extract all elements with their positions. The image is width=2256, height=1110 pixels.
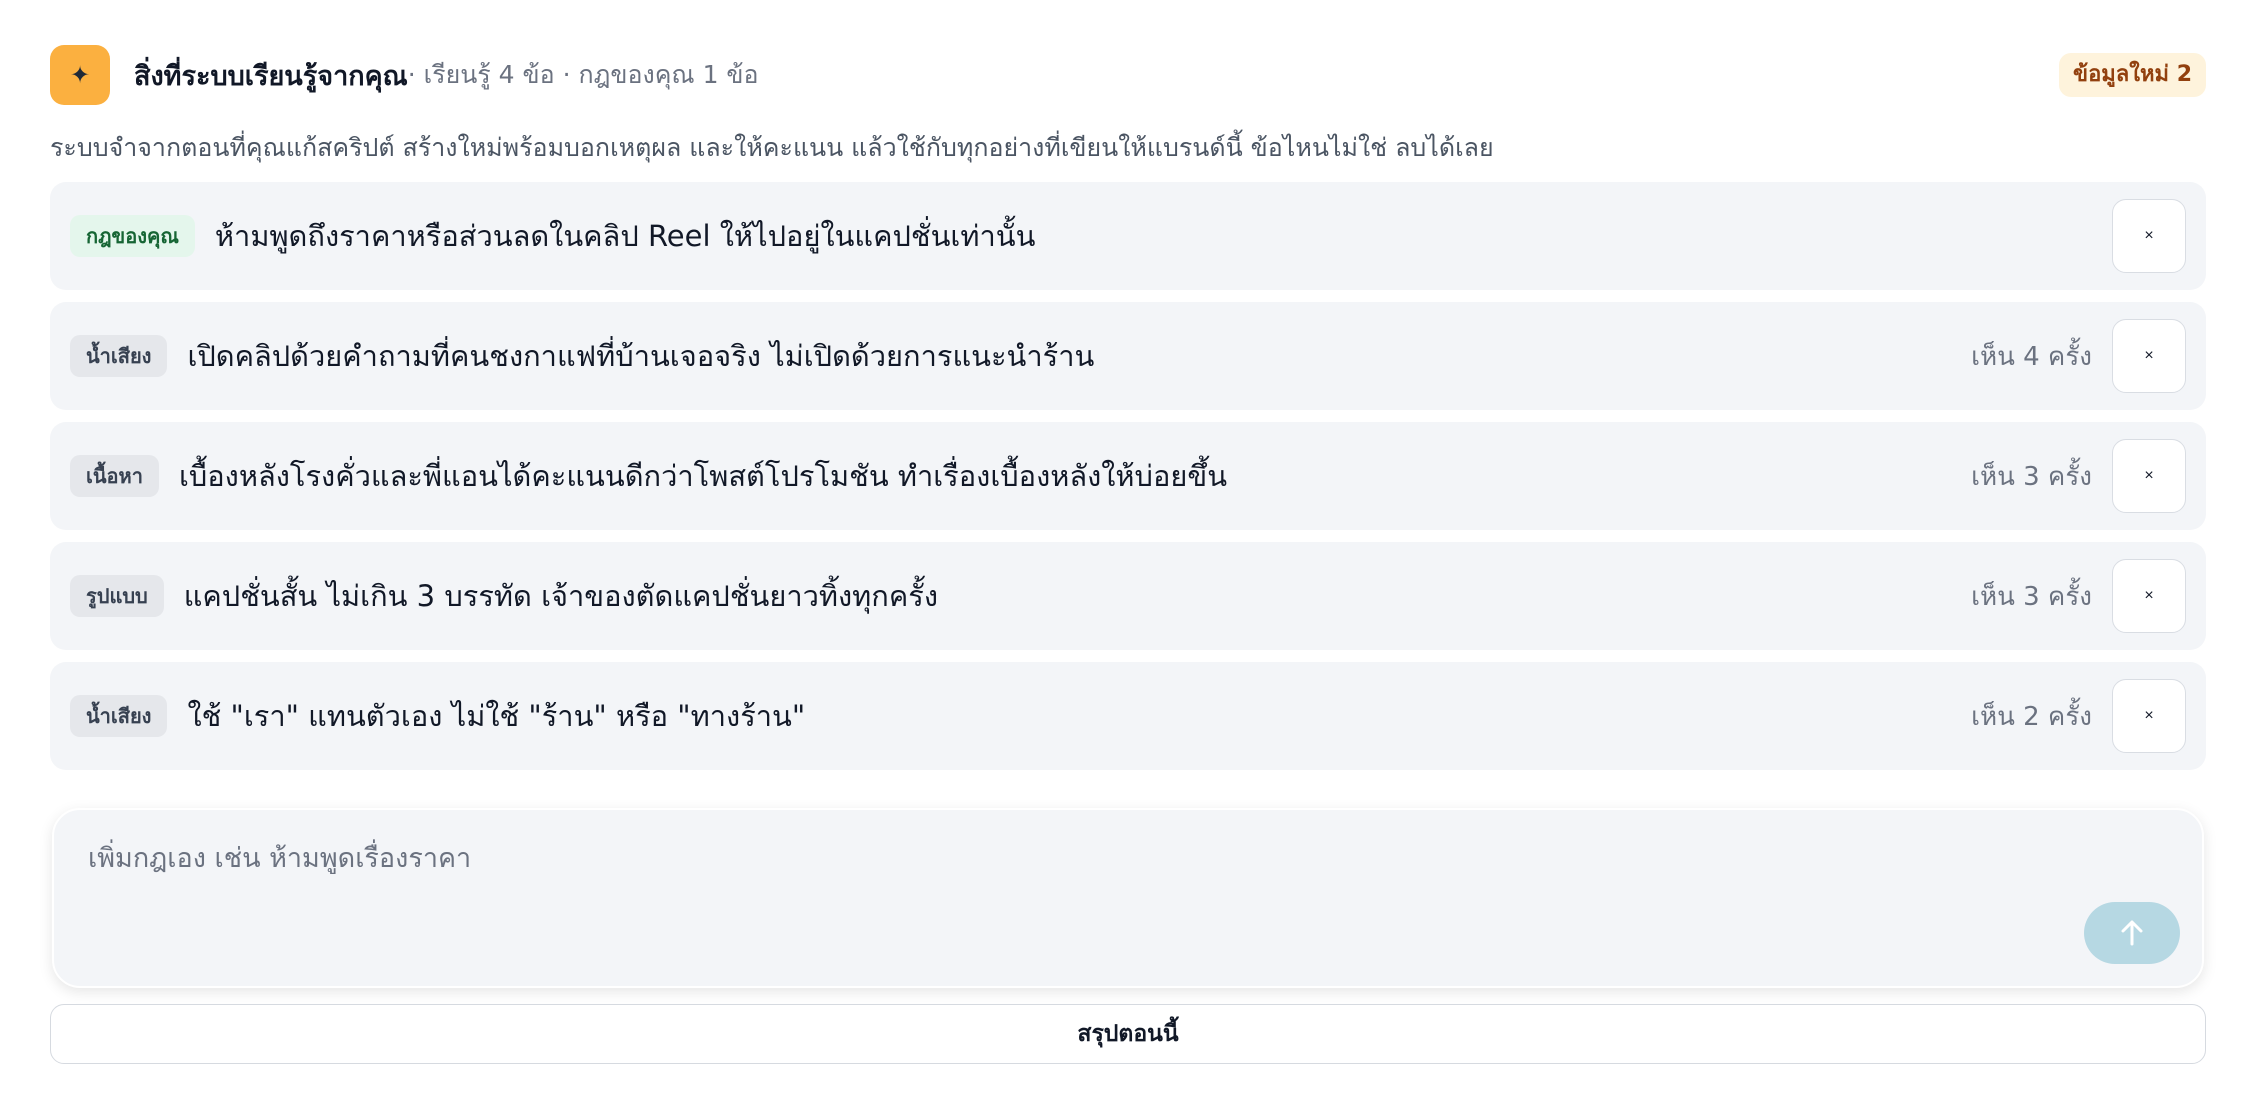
add-rule-composer bbox=[52, 808, 2204, 988]
rule-item: รูปแบบ แคปชั่นสั้น ไม่เกิน 3 บรรทัด เจ้า… bbox=[50, 542, 2206, 650]
seen-count: เห็น 2 ครั้ง bbox=[1971, 701, 2092, 732]
rule-tag: น้ำเสียง bbox=[70, 335, 168, 377]
add-rule-input[interactable] bbox=[86, 834, 2080, 938]
sparkle-icon: ✦ bbox=[50, 45, 110, 105]
arrow-up-icon bbox=[2121, 920, 2143, 946]
close-icon: × bbox=[2144, 707, 2154, 724]
seen-count: เห็น 3 ครั้ง bbox=[1971, 461, 2092, 492]
rule-text: ใช้ "เรา" แทนตัวเอง ไม่ใช้ "ร้าน" หรือ "… bbox=[187, 699, 806, 733]
send-button[interactable] bbox=[2084, 902, 2180, 964]
close-icon: × bbox=[2144, 227, 2154, 244]
remove-rule-button[interactable]: × bbox=[2112, 439, 2186, 513]
rule-item: น้ำเสียง ใช้ "เรา" แทนตัวเอง ไม่ใช้ "ร้า… bbox=[50, 662, 2206, 770]
panel-description: ระบบจำจากตอนที่คุณแก้สคริปต์ สร้างใหม่พร… bbox=[50, 133, 1494, 162]
summarize-now-button[interactable]: สรุปตอนนี้ bbox=[50, 1004, 2206, 1064]
rule-text: เปิดคลิปด้วยคำถามที่คนชงกาแฟที่บ้านเจอจร… bbox=[187, 339, 1095, 373]
close-icon: × bbox=[2144, 467, 2154, 484]
close-icon: × bbox=[2144, 347, 2154, 364]
rule-item: กฎของคุณ ห้ามพูดถึงราคาหรือส่วนลดในคลิป … bbox=[50, 182, 2206, 290]
rule-tag: เนื้อหา bbox=[70, 455, 159, 497]
rule-tag: รูปแบบ bbox=[70, 575, 164, 617]
rules-list: กฎของคุณ ห้ามพูดถึงราคาหรือส่วนลดในคลิป … bbox=[50, 182, 2206, 770]
rule-tag: กฎของคุณ bbox=[70, 215, 195, 257]
remove-rule-button[interactable]: × bbox=[2112, 679, 2186, 753]
close-icon: × bbox=[2144, 587, 2154, 604]
rule-text: เบื้องหลังโรงคั่วและพี่แอนได้คะแนนดีกว่า… bbox=[178, 459, 1228, 493]
panel-title: สิ่งที่ระบบเรียนรู้จากคุณ bbox=[134, 60, 408, 92]
panel-meta: · เรียนรู้ 4 ข้อ · กฎของคุณ 1 ข้อ bbox=[407, 60, 759, 89]
new-info-badge: ข้อมูลใหม่ 2 bbox=[2059, 53, 2206, 97]
panel-header: ✦ สิ่งที่ระบบเรียนรู้จากคุณ · เรียนรู้ 4… bbox=[50, 44, 2206, 106]
seen-count: เห็น 3 ครั้ง bbox=[1971, 581, 2092, 612]
seen-count: เห็น 4 ครั้ง bbox=[1971, 341, 2092, 372]
rule-item: น้ำเสียง เปิดคลิปด้วยคำถามที่คนชงกาแฟที่… bbox=[50, 302, 2206, 410]
remove-rule-button[interactable]: × bbox=[2112, 319, 2186, 393]
remove-rule-button[interactable]: × bbox=[2112, 199, 2186, 273]
rule-item: เนื้อหา เบื้องหลังโรงคั่วและพี่แอนได้คะแ… bbox=[50, 422, 2206, 530]
rule-tag: น้ำเสียง bbox=[70, 695, 168, 737]
rule-text: แคปชั่นสั้น ไม่เกิน 3 บรรทัด เจ้าของตัดแ… bbox=[183, 579, 938, 613]
remove-rule-button[interactable]: × bbox=[2112, 559, 2186, 633]
rule-text: ห้ามพูดถึงราคาหรือส่วนลดในคลิป Reel ให้ไ… bbox=[214, 219, 1036, 253]
